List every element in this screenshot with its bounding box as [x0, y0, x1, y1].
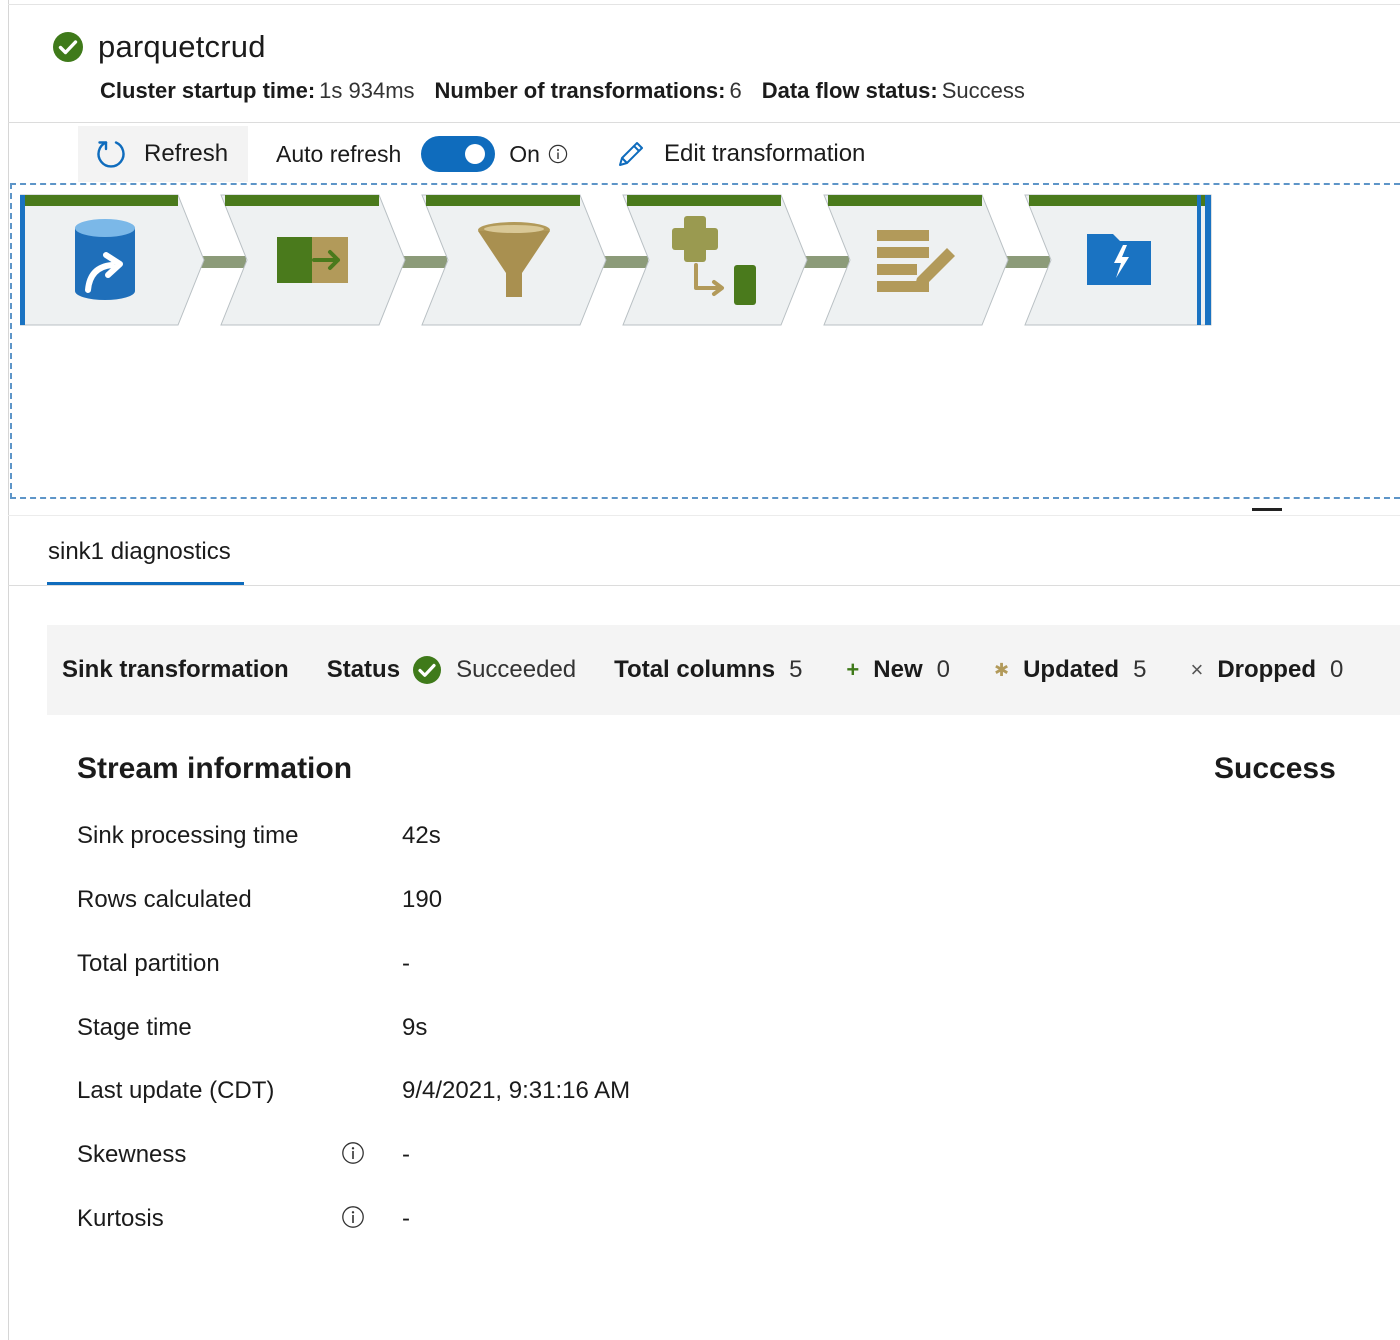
refresh-button[interactable]: Refresh — [78, 126, 248, 182]
panel-divider — [8, 515, 1400, 516]
left-border — [8, 0, 9, 1340]
sink-folder-icon — [1087, 234, 1151, 285]
tab-divider — [8, 585, 1400, 586]
toggle-knob — [465, 144, 486, 164]
pencil-icon — [618, 142, 643, 166]
sink-transformation-label: Sink transformation — [62, 656, 289, 683]
rows-calculated-value: 190 — [402, 886, 443, 913]
auto-refresh-label: Auto refresh — [276, 140, 402, 167]
skewness-info-icon[interactable] — [341, 1141, 365, 1165]
run-metadata: Cluster startup time: 1s 934ms Number of … — [100, 78, 1045, 104]
kurtosis-label: Kurtosis — [77, 1205, 164, 1232]
success-check-icon — [53, 32, 83, 62]
edit-transformation-label: Edit transformation — [663, 140, 866, 167]
cluster-startup-time: Cluster startup time: 1s 934ms — [100, 78, 415, 103]
rows-calculated-label: Rows calculated — [77, 886, 252, 913]
header-divider — [8, 122, 1400, 123]
total-columns-value: 5 — [789, 656, 803, 683]
kurtosis-value: - — [402, 1205, 410, 1232]
sink-summary-bar: Sink transformation Status Succeeded Tot… — [47, 625, 1400, 715]
flow-connector — [401, 256, 447, 268]
flow-node-source[interactable] — [20, 194, 205, 326]
plus-icon: + — [846, 657, 860, 682]
new-columns-value: 0 — [936, 656, 950, 683]
auto-refresh-toggle[interactable] — [421, 136, 496, 172]
status-value: Succeeded — [456, 656, 577, 683]
title-row: parquetcrud — [52, 28, 266, 66]
flow-node-select[interactable] — [220, 194, 406, 326]
transformation-count: Number of transformations: 6 — [434, 78, 742, 103]
refresh-icon — [97, 141, 125, 168]
top-border — [8, 4, 1400, 5]
total-columns-label: Total columns — [614, 656, 776, 683]
select-transform-icon — [277, 237, 348, 283]
stream-information-heading: Stream information — [77, 752, 353, 785]
toggle-state-label: On — [509, 140, 540, 167]
stream-status: Success — [1214, 752, 1336, 785]
flow-connector — [1004, 256, 1050, 268]
dropped-columns-value: 0 — [1329, 656, 1344, 683]
flow-node-derived-column[interactable] — [622, 194, 808, 326]
refresh-label: Refresh — [144, 140, 229, 167]
data-flow-status: Data flow status: Success — [761, 78, 1025, 103]
flow-node-sink[interactable] — [1024, 194, 1212, 326]
kurtosis-info-icon[interactable] — [341, 1205, 365, 1229]
close-icon: × — [1190, 657, 1204, 682]
flow-connector — [803, 256, 849, 268]
success-check-icon — [413, 656, 442, 684]
tab-sink1-diagnostics[interactable]: sink1 diagnostics — [48, 538, 231, 566]
asterisk-icon: ✱ — [994, 659, 1010, 680]
dataflow-graph — [20, 194, 1212, 326]
total-partition-value: - — [402, 950, 410, 977]
total-partition-label: Total partition — [77, 950, 220, 977]
last-update-label: Last update (CDT) — [77, 1077, 275, 1104]
page-title: parquetcrud — [98, 29, 266, 64]
flow-node-filter[interactable] — [421, 194, 607, 326]
stage-time-value: 9s — [402, 1014, 428, 1041]
sink-processing-time-value: 42s — [402, 822, 441, 849]
flow-connector — [200, 256, 246, 268]
flow-node-alter-row[interactable] — [823, 194, 1009, 326]
skewness-value: - — [402, 1141, 410, 1168]
flow-connector — [602, 256, 648, 268]
status-label: Status — [326, 656, 401, 683]
toolbar: Refresh Auto refresh On Edit transformat… — [78, 126, 865, 182]
panel-resize-handle[interactable] — [1252, 508, 1282, 511]
updated-columns-value: 5 — [1133, 656, 1147, 683]
last-update-value: 9/4/2021, 9:31:16 AM — [402, 1077, 631, 1104]
new-columns-label: New — [873, 656, 923, 683]
dropped-columns-label: Dropped — [1217, 656, 1316, 683]
updated-columns-label: Updated — [1023, 656, 1120, 683]
skewness-label: Skewness — [77, 1141, 187, 1168]
sink-processing-time-label: Sink processing time — [77, 822, 299, 849]
info-icon[interactable] — [548, 144, 568, 164]
stage-time-label: Stage time — [77, 1014, 192, 1041]
edit-transformation-button[interactable]: Edit transformation — [614, 137, 865, 171]
source-database-icon — [75, 219, 135, 300]
